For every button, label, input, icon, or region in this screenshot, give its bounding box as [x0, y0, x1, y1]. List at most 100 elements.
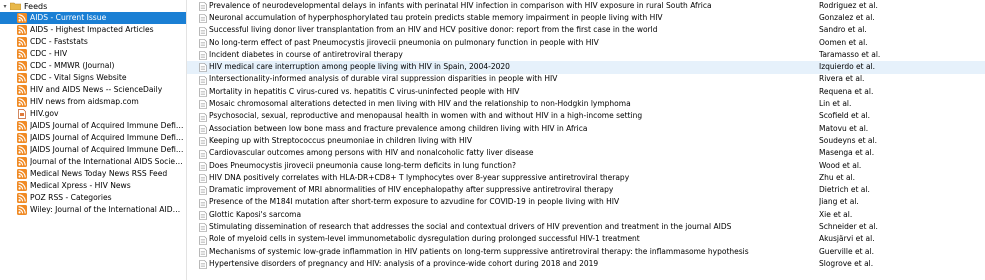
feed-item-label: CDC - HIV: [30, 49, 68, 58]
article-title: Incident diabetes in course of antiretro…: [209, 49, 403, 59]
article-author: Xie et al.: [819, 209, 853, 219]
feed-item-label: Journal of the International AIDS Societ…: [30, 157, 184, 166]
document-icon: [199, 174, 207, 183]
feed-item-label: AIDS - Current Issue: [30, 13, 107, 22]
rss-icon: [17, 193, 27, 203]
feed-item[interactable]: JAIDS Journal of Acquired Immune Deficie…: [0, 132, 186, 144]
article-row[interactable]: Prevalence of neurodevelopmental delays …: [187, 0, 985, 12]
feed-item[interactable]: HIV news from aidsmap.com: [0, 96, 186, 108]
article-row[interactable]: Dramatic improvement of MRI abnormalitie…: [187, 184, 985, 196]
feed-tree-panel: ▾ Feeds AIDS - Current Issue AIDS - Highe…: [0, 0, 187, 280]
document-icon: [199, 26, 207, 36]
feed-item-label: Medical Xpress - HIV News: [30, 181, 131, 190]
feed-item-label: Medical News Today News RSS Feed: [30, 169, 168, 178]
feed-item[interactable]: HIV and AIDS News -- ScienceDaily: [0, 84, 186, 96]
article-row[interactable]: No long-term effect of past Pneumocystis…: [187, 37, 985, 49]
article-author: Slogrove et al.: [819, 258, 874, 268]
article-row[interactable]: Cardiovascular outcomes among persons wi…: [187, 148, 985, 160]
article-author: Matovu et al.: [819, 123, 869, 133]
article-row[interactable]: Intersectionality-informed analysis of d…: [187, 74, 985, 86]
collapse-arrow-icon[interactable]: ▾: [1, 0, 9, 12]
article-author: Oomen et al.: [819, 37, 868, 47]
page-icon: [17, 109, 27, 119]
article-row[interactable]: Presence of the M184I mutation after sho…: [187, 197, 985, 209]
article-row[interactable]: Incident diabetes in course of antiretro…: [187, 49, 985, 61]
article-row[interactable]: Neuronal accumulation of hyperphosphoryl…: [187, 12, 985, 24]
feed-item-label: POZ RSS - Categories: [30, 193, 112, 202]
article-list: Prevalence of neurodevelopmental delays …: [187, 0, 985, 271]
feeds-root-label: Feeds: [24, 1, 48, 11]
article-row[interactable]: Successful living donor liver transplant…: [187, 25, 985, 37]
article-row[interactable]: Mortality in hepatitis C virus-cured vs.…: [187, 86, 985, 98]
article-author: Wood et al.: [819, 160, 862, 170]
article-author: Jiang et al.: [819, 197, 859, 207]
article-author: Lin et al.: [819, 99, 852, 109]
article-title: Psychosocial, sexual, reproductive and m…: [209, 111, 643, 121]
document-icon: [199, 63, 207, 73]
feed-item[interactable]: Wiley: Journal of the International AIDS…: [0, 204, 186, 216]
rss-icon: [17, 97, 27, 107]
rss-icon: [17, 181, 27, 191]
article-title: Mechanisms of systemic low-grade inflamm…: [209, 246, 749, 256]
document-icon: [199, 88, 207, 97]
article-author: Requena et al.: [819, 86, 874, 96]
feed-item[interactable]: Journal of the International AIDS Societ…: [0, 156, 186, 168]
article-author: Scofield et al.: [819, 111, 871, 121]
article-row[interactable]: Mechanisms of systemic low-grade inflamm…: [187, 246, 985, 258]
article-title: Role of myeloid cells in system-level im…: [209, 234, 640, 244]
feed-item[interactable]: CDC - HIV: [0, 48, 186, 60]
feed-item-label: CDC - MMWR (Journal): [30, 61, 115, 70]
feed-item-label: AIDS - Highest Impacted Articles: [30, 25, 154, 34]
feed-item[interactable]: Medical Xpress - HIV News: [0, 180, 186, 192]
rss-icon: [17, 121, 27, 131]
article-row[interactable]: HIV medical care interruption among peop…: [187, 61, 985, 74]
feed-item[interactable]: POZ RSS - Categories: [0, 192, 186, 204]
document-icon: [199, 14, 207, 24]
document-icon: [199, 223, 207, 233]
article-row[interactable]: Association between low bone mass and fr…: [187, 123, 985, 135]
rss-icon: [17, 205, 27, 215]
article-author: Akusjärvi et al.: [819, 234, 875, 244]
article-title: Dramatic improvement of MRI abnormalitie…: [209, 185, 614, 195]
article-title: Mortality in hepatitis C virus-cured vs.…: [209, 86, 520, 96]
article-row[interactable]: Role of myeloid cells in system-level im…: [187, 234, 985, 246]
feed-item[interactable]: JAIDS Journal of Acquired Immune Deficie…: [0, 120, 186, 132]
feed-item[interactable]: CDC - MMWR (Journal): [0, 60, 186, 72]
article-row[interactable]: Stimulating dissemination of research th…: [187, 221, 985, 233]
feed-item[interactable]: JAIDS Journal of Acquired Immune Deficie…: [0, 144, 186, 156]
rss-icon: [17, 145, 27, 155]
rss-icon: [17, 49, 27, 59]
article-author: Izquierdo et al.: [819, 62, 876, 72]
feed-item[interactable]: AIDS - Current Issue: [0, 12, 186, 24]
feed-item[interactable]: Medical News Today News RSS Feed: [0, 168, 186, 180]
article-row[interactable]: HIV DNA positively correlates with HLA-D…: [187, 172, 985, 184]
article-row[interactable]: Mosaic chromosomal alterations detected …: [187, 98, 985, 110]
article-row[interactable]: Keeping up with Streptococcus pneumoniae…: [187, 135, 985, 147]
article-title: HIV DNA positively correlates with HLA-D…: [209, 172, 630, 182]
article-row[interactable]: Hypertensive disorders of pregnancy and …: [187, 258, 985, 270]
article-author: Gonzalez et al.: [819, 12, 875, 22]
article-author: Taramasso et al.: [819, 49, 881, 59]
article-author: Rodriguez et al.: [819, 0, 878, 10]
feed-item-label: CDC - Faststats: [30, 37, 88, 46]
feed-item[interactable]: AIDS - Highest Impacted Articles: [0, 24, 186, 36]
feed-item-label: JAIDS Journal of Acquired Immune Deficie…: [30, 145, 184, 154]
article-author: Masenga et al.: [819, 148, 875, 158]
document-icon: [199, 149, 207, 159]
article-title: Mosaic chromosomal alterations detected …: [209, 99, 631, 109]
rss-icon: [17, 169, 27, 179]
article-title: Neuronal accumulation of hyperphosphoryl…: [209, 12, 663, 22]
feed-item-label: HIV and AIDS News -- ScienceDaily: [30, 85, 163, 94]
article-title: HIV medical care interruption among peop…: [209, 62, 510, 72]
article-row[interactable]: Does Pneumocystis jirovecii pneumonia ca…: [187, 160, 985, 172]
article-row[interactable]: Glottic Kaposi's sarcoma Xie et al.: [187, 209, 985, 221]
feeds-root-node[interactable]: ▾ Feeds: [0, 0, 47, 12]
article-row[interactable]: Psychosocial, sexual, reproductive and m…: [187, 111, 985, 123]
article-author: Schneider et al.: [819, 221, 878, 231]
feed-item[interactable]: CDC - Vital Signs Website: [0, 72, 186, 84]
feed-item-label: Wiley: Journal of the International AIDS…: [30, 205, 184, 214]
document-icon: [199, 75, 207, 85]
feed-item[interactable]: CDC - Faststats: [0, 36, 186, 48]
document-icon: [199, 125, 207, 134]
feed-item[interactable]: HIV.gov: [0, 108, 186, 120]
